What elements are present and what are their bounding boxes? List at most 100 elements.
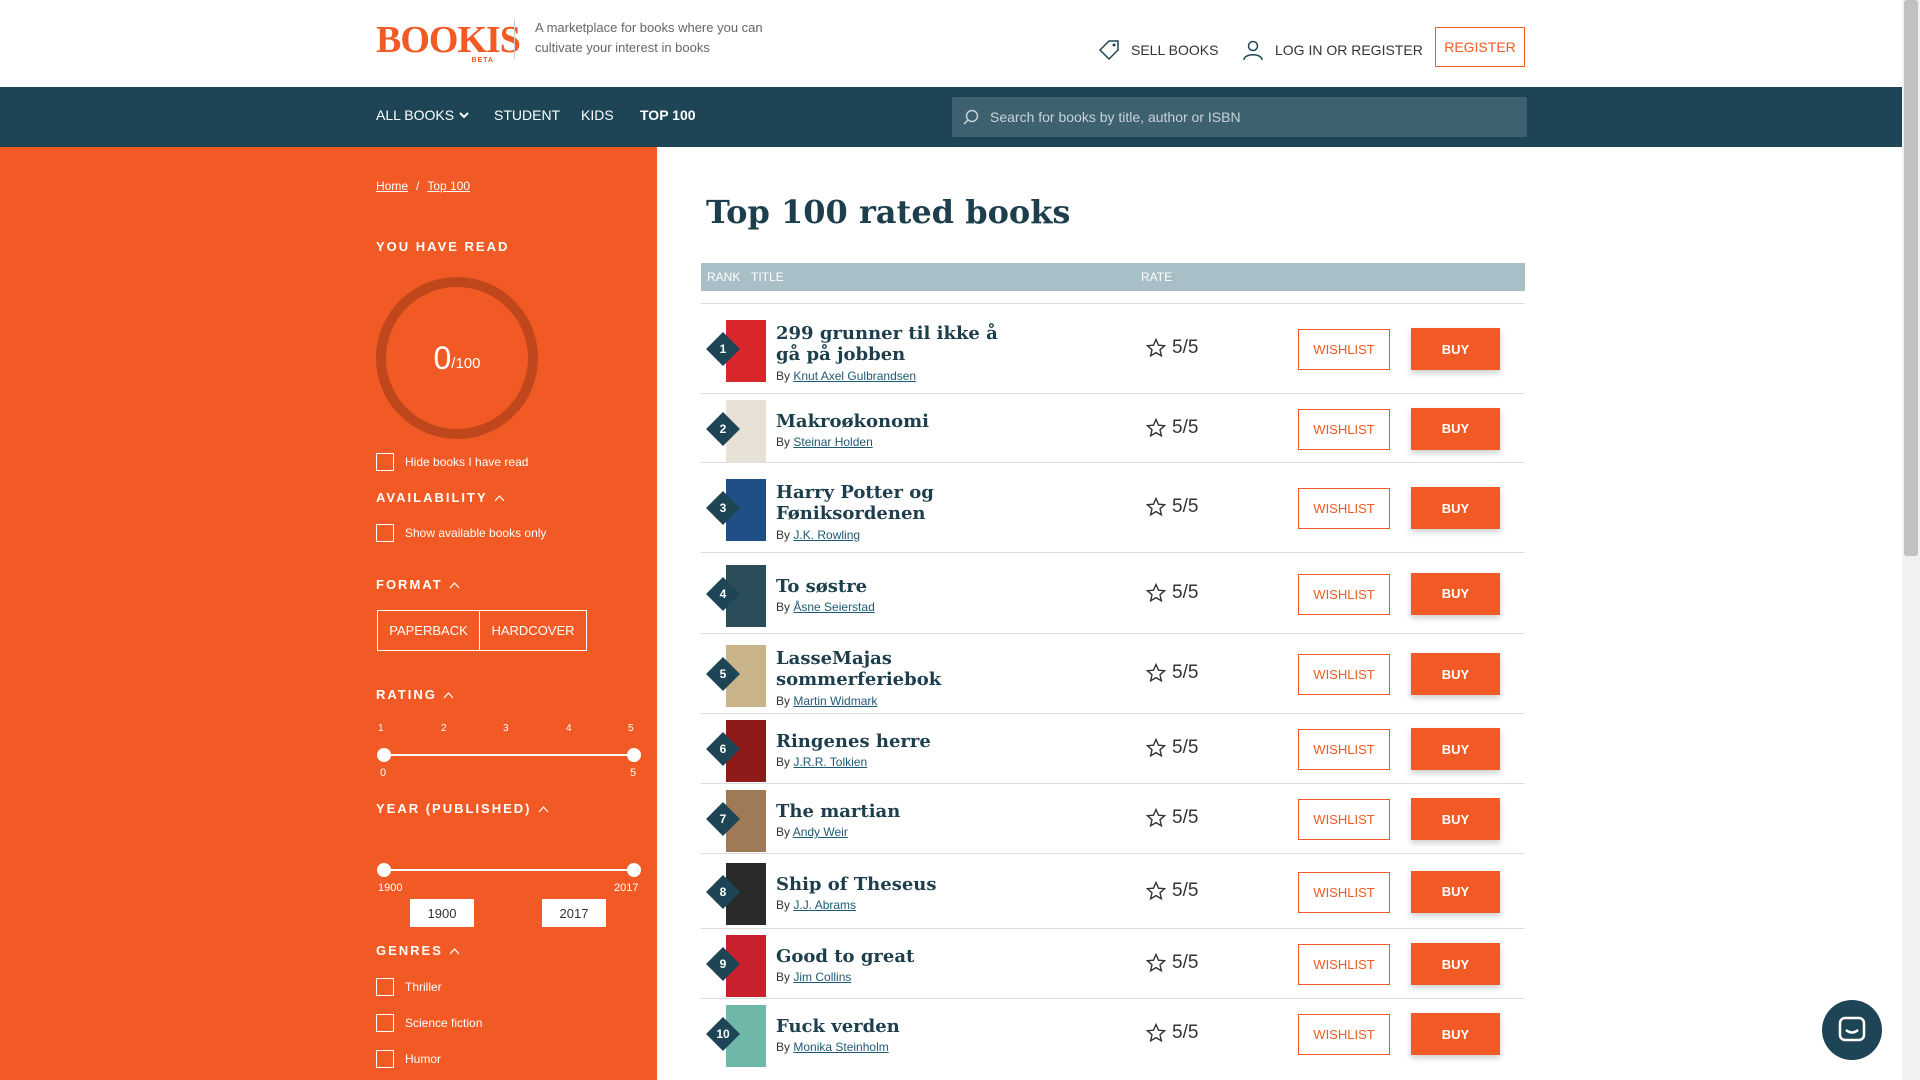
chat-launcher-button[interactable] xyxy=(1822,1000,1882,1060)
star-icon xyxy=(1146,738,1166,758)
by-label: By xyxy=(776,694,791,708)
hide-read-checkbox[interactable]: Hide books I have read xyxy=(376,453,528,471)
year-min-handle[interactable] xyxy=(377,863,391,877)
year-max-input[interactable] xyxy=(542,899,606,927)
book-title[interactable]: 299 grunner til ikke å gå på jobben xyxy=(776,323,1026,365)
nav-student[interactable]: STUDENT xyxy=(494,107,560,123)
book-title[interactable]: Ship of Theseus xyxy=(776,874,1026,895)
register-button[interactable]: REGISTER xyxy=(1435,27,1525,67)
star-icon xyxy=(1146,497,1166,517)
buy-button[interactable]: BUY xyxy=(1411,407,1500,450)
availability-heading[interactable]: AVAILABILITY xyxy=(376,490,505,505)
nav-all-books[interactable]: ALL BOOKS xyxy=(376,107,470,123)
wishlist-button[interactable]: WISHLIST xyxy=(1298,654,1390,695)
nav-kids[interactable]: KIDS xyxy=(581,107,614,123)
breadcrumb-home[interactable]: Home xyxy=(376,179,408,193)
wishlist-button[interactable]: WISHLIST xyxy=(1298,329,1390,370)
buy-button[interactable]: BUY xyxy=(1411,798,1500,840)
year-min-input[interactable] xyxy=(410,899,474,927)
author-link[interactable]: Steinar Holden xyxy=(793,435,872,449)
format-label: FORMAT xyxy=(376,577,443,592)
book-title[interactable]: LasseMajas sommerferiebok xyxy=(776,648,1026,690)
breadcrumb-top-100[interactable]: Top 100 xyxy=(427,179,470,193)
genres-heading[interactable]: GENRES xyxy=(376,943,460,958)
book-title[interactable]: Fuck verden xyxy=(776,1016,1026,1037)
buy-button[interactable]: BUY xyxy=(1411,943,1500,985)
nav-top-100[interactable]: TOP 100 xyxy=(640,107,696,123)
wishlist-button[interactable]: WISHLIST xyxy=(1298,408,1390,450)
star-icon xyxy=(1146,338,1166,358)
author-link[interactable]: J.K. Rowling xyxy=(793,528,860,542)
book-title[interactable]: Good to great xyxy=(776,946,1026,967)
wishlist-button[interactable]: WISHLIST xyxy=(1298,944,1390,985)
book-title[interactable]: Harry Potter og Føniksordenen xyxy=(776,482,1026,524)
year-max-handle[interactable] xyxy=(627,863,641,877)
table-row: 10 Fuck verden By Monika Steinholm 5/5 WISHL… xyxy=(701,998,1525,1069)
author-link[interactable]: Jim Collins xyxy=(793,970,851,984)
wishlist-button[interactable]: WISHLIST xyxy=(1298,1014,1390,1055)
year-max-value: 2017 xyxy=(614,882,639,894)
rating-value: 5/5 xyxy=(1172,1022,1199,1043)
author-link[interactable]: J.J. Abrams xyxy=(793,898,856,912)
author-link[interactable]: J.R.R. Tolkien xyxy=(793,755,867,769)
format-heading[interactable]: FORMAT xyxy=(376,577,460,592)
wishlist-button[interactable]: WISHLIST xyxy=(1298,729,1390,770)
rating-slider-track[interactable] xyxy=(384,754,634,756)
wishlist-button[interactable]: WISHLIST xyxy=(1298,871,1390,913)
format-hardcover-button[interactable]: HARDCOVER xyxy=(480,610,587,651)
wishlist-button[interactable]: WISHLIST xyxy=(1298,573,1390,615)
logo-text: BOOKIS xyxy=(376,19,521,61)
buy-button[interactable]: BUY xyxy=(1411,728,1500,770)
bookis-logo[interactable]: BOOKIS BETA xyxy=(376,18,521,64)
buy-button[interactable]: BUY xyxy=(1411,653,1500,695)
book-rating: 5/5 xyxy=(1146,417,1198,439)
author-link[interactable]: Åsne Seierstad xyxy=(793,600,874,614)
show-available-checkbox[interactable]: Show available books only xyxy=(376,524,546,542)
you-have-read-heading: YOU HAVE READ xyxy=(376,239,510,254)
rating-heading[interactable]: RATING xyxy=(376,687,454,702)
nav-all-books-label: ALL BOOKS xyxy=(376,107,455,123)
scrollbar-thumb[interactable] xyxy=(1904,0,1918,556)
year-heading[interactable]: YEAR (PUBLISHED) xyxy=(376,801,549,816)
checkbox-box xyxy=(376,453,394,471)
buy-button[interactable]: BUY xyxy=(1411,1013,1500,1055)
author-link[interactable]: Martin Widmark xyxy=(793,694,877,708)
book-title[interactable]: The martian xyxy=(776,801,1026,822)
book-title[interactable]: Ringenes herre xyxy=(776,731,1026,752)
genre-thriller-checkbox[interactable]: Thriller xyxy=(376,978,442,996)
rating-tick: 5 xyxy=(628,723,634,734)
book-title[interactable]: To søstre xyxy=(776,576,1026,597)
year-slider-track[interactable] xyxy=(384,869,634,871)
book-title[interactable]: Makroøkonomi xyxy=(776,411,1026,432)
search-input[interactable] xyxy=(988,108,1512,126)
buy-button[interactable]: BUY xyxy=(1411,487,1500,529)
sell-books-link[interactable]: SELL BOOKS xyxy=(1097,38,1218,62)
rating-min-handle[interactable] xyxy=(377,748,391,762)
by-label: By xyxy=(776,369,791,383)
login-link[interactable]: LOG IN OR REGISTER xyxy=(1241,38,1423,62)
rating-tick: 1 xyxy=(378,723,384,734)
genre-label: Thriller xyxy=(405,980,442,994)
rank-number: 1 xyxy=(719,342,727,356)
format-paperback-button[interactable]: PAPERBACK xyxy=(377,610,480,651)
author-link[interactable]: Knut Axel Gulbrandsen xyxy=(793,369,916,383)
chevron-up-icon xyxy=(443,691,454,698)
wishlist-button[interactable]: WISHLIST xyxy=(1298,488,1390,529)
book-author: By Monika Steinholm xyxy=(776,1040,889,1054)
genre-science-fiction-checkbox[interactable]: Science fiction xyxy=(376,1014,482,1032)
chat-icon xyxy=(1838,1016,1866,1042)
buy-button[interactable]: BUY xyxy=(1411,572,1500,615)
buy-button[interactable]: BUY xyxy=(1411,870,1500,913)
rating-tick: 4 xyxy=(566,723,572,734)
buy-button[interactable]: BUY xyxy=(1411,328,1500,370)
rating-min-value: 0 xyxy=(380,767,387,779)
by-label: By xyxy=(776,599,791,614)
genre-humor-checkbox[interactable]: Humor xyxy=(376,1050,441,1068)
star-icon xyxy=(1146,808,1166,828)
rating-max-handle[interactable] xyxy=(627,748,641,762)
star-icon xyxy=(1146,880,1166,900)
author-link[interactable]: Andy Weir xyxy=(793,825,848,839)
author-link[interactable]: Monika Steinholm xyxy=(793,1040,888,1054)
page-title: Top 100 rated books xyxy=(706,193,1071,231)
wishlist-button[interactable]: WISHLIST xyxy=(1298,799,1390,840)
